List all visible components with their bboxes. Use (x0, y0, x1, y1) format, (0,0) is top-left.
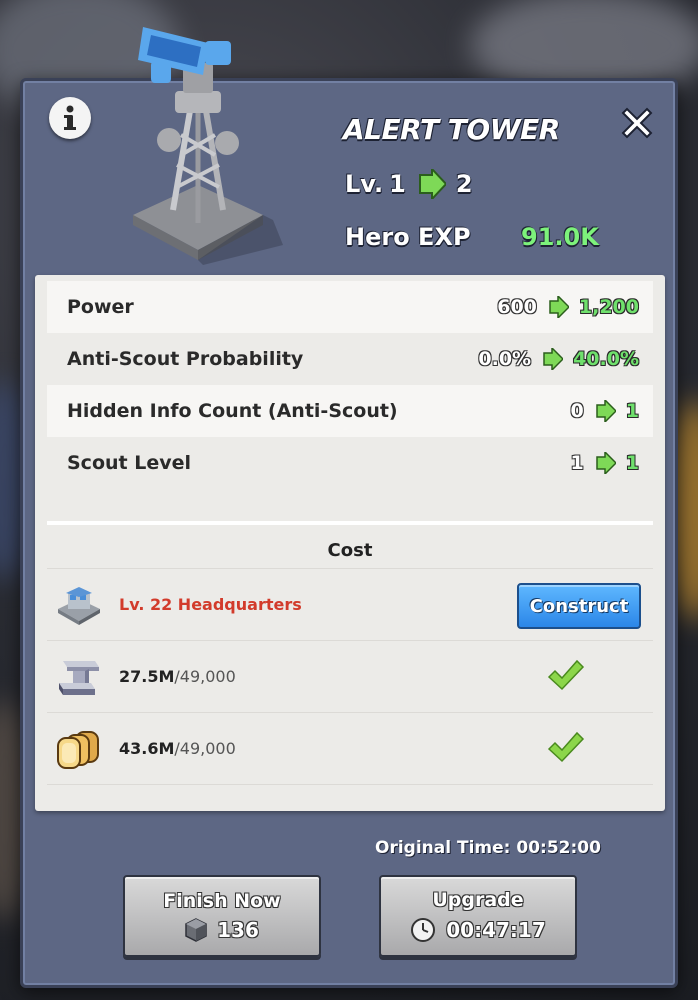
info-button[interactable] (49, 97, 91, 139)
building-title: ALERT TOWER (343, 113, 560, 146)
resource-need: /49,000 (174, 739, 236, 758)
checkmark-icon (547, 659, 585, 691)
clock-icon (411, 918, 436, 942)
stats-list: Power 600 1,200 Anti-Scout Probability 0… (35, 281, 665, 489)
requirement-row: Lv. 22 Headquarters Construct (47, 569, 653, 641)
upgrade-time-row: 00:47:17 (410, 917, 546, 943)
level-next: 2 (455, 170, 473, 198)
stat-values: 1 1 (571, 452, 639, 474)
iron-icon (51, 652, 107, 702)
arrow-right-icon (549, 296, 569, 318)
alert-tower-illustration (133, 27, 283, 265)
resource-row-food: 43.6M/49,000 (47, 713, 653, 785)
upgrade-dialog: ALERT TOWER Lv. 1 2 Hero EXP 91.0K Power… (20, 27, 678, 988)
resource-amount: 27.5M/49,000 (119, 667, 236, 686)
stat-label: Hidden Info Count (Anti-Scout) (67, 400, 398, 422)
info-icon (64, 105, 76, 130)
stat-old-value: 1 (570, 452, 584, 474)
resource-have: 27.5M (119, 667, 175, 686)
resource-amount: 43.6M/49,000 (119, 739, 236, 758)
construct-button[interactable]: Construct (517, 583, 641, 629)
stat-new-value: 1,200 (578, 296, 639, 318)
stat-row-scout-level: Scout Level 1 1 (47, 437, 653, 489)
bread-icon (51, 724, 107, 774)
stat-row-hidden-info-count: Hidden Info Count (Anti-Scout) 0 1 (47, 385, 653, 437)
cost-heading: Cost (47, 533, 653, 569)
stat-values: 0.0% 40.0% (478, 348, 639, 370)
hero-exp-label: Hero EXP (345, 223, 471, 251)
arrow-right-icon (418, 169, 446, 199)
stat-old-value: 600 (497, 296, 537, 318)
finish-now-cost-row: 136 (185, 918, 259, 942)
stat-new-value: 1 (625, 400, 639, 422)
finish-now-label: Finish Now (163, 890, 281, 912)
stat-values: 600 1,200 (497, 296, 639, 318)
stat-old-value: 0.0% (478, 348, 532, 370)
requirement-label: Lv. 22 Headquarters (119, 595, 302, 614)
resource-have: 43.6M (119, 739, 175, 758)
stat-row-anti-scout-probability: Anti-Scout Probability 0.0% 40.0% (47, 333, 653, 385)
stat-old-value: 0 (570, 400, 584, 422)
stat-label: Power (67, 296, 134, 318)
finish-now-button[interactable]: Finish Now 136 (123, 875, 321, 957)
section-divider (47, 521, 653, 525)
upgrade-time: 00:47:17 (446, 918, 546, 942)
arrow-right-icon (543, 348, 564, 370)
stat-new-value: 1 (625, 452, 639, 474)
hero-exp-row: Hero EXP 91.0K (345, 223, 599, 251)
upgrade-button[interactable]: Upgrade 00:47:17 (379, 875, 577, 957)
stat-label: Scout Level (67, 452, 192, 474)
hero-exp-value: 91.0K (521, 223, 599, 251)
stat-values: 0 1 (571, 400, 639, 422)
upgrade-details-card: Power 600 1,200 Anti-Scout Probability 0… (35, 275, 665, 811)
level-prefix: Lv. (345, 170, 384, 198)
level-change: Lv. 1 2 (345, 169, 473, 199)
level-current: 1 (389, 170, 406, 198)
stat-row-power: Power 600 1,200 (47, 281, 653, 333)
finish-now-cost: 136 (217, 918, 259, 942)
close-button[interactable] (615, 101, 659, 145)
headquarters-icon (51, 580, 107, 630)
arrow-right-icon (596, 452, 616, 474)
resource-need: /49,000 (174, 667, 236, 686)
close-icon (621, 107, 653, 139)
stat-label: Anti-Scout Probability (67, 348, 304, 370)
resource-row-iron: 27.5M/49,000 (47, 641, 653, 713)
arrow-right-icon (596, 400, 616, 422)
original-time: Original Time: 00:52:00 (375, 838, 601, 858)
stat-new-value: 40.0% (573, 348, 639, 370)
gem-icon (185, 918, 207, 942)
checkmark-icon (547, 731, 585, 763)
upgrade-label: Upgrade (432, 889, 524, 911)
